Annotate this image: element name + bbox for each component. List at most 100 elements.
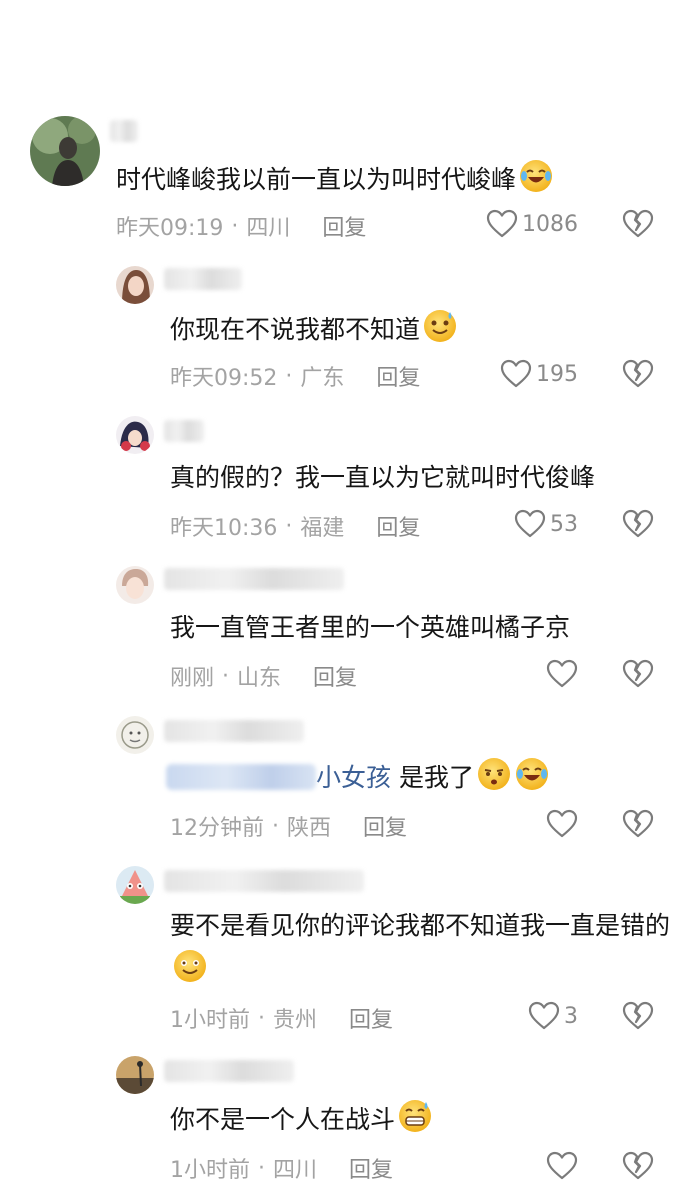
comment-text: 小女孩 是我了: [166, 756, 550, 798]
sweat-smile-emoji-icon: [424, 310, 457, 342]
comment-text: 我一直管王者里的一个英雄叫橘子京: [170, 608, 570, 648]
avatar[interactable]: [116, 566, 154, 604]
broken-heart-icon: [622, 808, 654, 840]
timestamp: 1小时前: [170, 1158, 250, 1183]
like-count: 3: [564, 1003, 578, 1029]
comment-body: 我一直管王者里的一个英雄叫橘子京: [170, 613, 571, 642]
blurred-username[interactable]: [164, 870, 364, 892]
separator: ·: [231, 213, 239, 239]
reply-button[interactable]: 回复: [376, 510, 420, 542]
separator: ·: [285, 513, 293, 539]
location: 四川: [273, 1158, 318, 1183]
like-button[interactable]: 195: [500, 358, 578, 390]
comment-meta: 刚刚 · 山东 回复: [170, 660, 357, 692]
broken-heart-icon: [622, 1150, 654, 1182]
heart-icon: [546, 658, 578, 690]
comment-body: 你不是一个人在战斗: [170, 1105, 396, 1134]
like-count: 1086: [522, 211, 578, 237]
dislike-button[interactable]: [622, 358, 654, 394]
avatar[interactable]: [116, 266, 154, 304]
like-button[interactable]: 3: [528, 1000, 578, 1032]
blurred-username[interactable]: [164, 268, 242, 290]
laughing-crying-emoji-icon: [515, 758, 548, 790]
heart-icon: [528, 1000, 560, 1032]
timestamp: 刚刚: [170, 666, 215, 691]
comment-text: 你现在不说我都不知道: [170, 308, 458, 350]
comment-meta: 1小时前 · 贵州 回复: [170, 1002, 393, 1034]
reply-button[interactable]: 回复: [376, 360, 420, 392]
heart-icon: [486, 208, 518, 240]
mention-link[interactable]: 小女孩: [316, 763, 391, 792]
broken-heart-icon: [622, 358, 654, 390]
location: 山东: [237, 666, 282, 691]
reply-button[interactable]: 回复: [363, 810, 407, 842]
like-button[interactable]: [546, 808, 582, 840]
like-count: 195: [536, 361, 578, 387]
dislike-button[interactable]: [622, 658, 654, 694]
comment-meta: 12分钟前 · 陕西 回复: [170, 810, 407, 842]
like-button[interactable]: [546, 1150, 582, 1182]
blurred-username[interactable]: [164, 568, 344, 590]
reply-button[interactable]: 回复: [349, 1152, 393, 1184]
comment-body: 要不是看见你的评论我都不知道我一直是错的: [170, 911, 671, 940]
dislike-button[interactable]: [622, 508, 654, 544]
avatar[interactable]: [116, 716, 154, 754]
blurred-username[interactable]: [164, 720, 304, 742]
separator: ·: [258, 1155, 265, 1181]
like-button[interactable]: 53: [514, 508, 578, 540]
blurred-username[interactable]: [164, 1060, 294, 1082]
comment-text: 你不是一个人在战斗: [170, 1098, 433, 1140]
like-button[interactable]: [546, 658, 582, 690]
broken-heart-icon: [622, 208, 654, 240]
reply-button[interactable]: 回复: [322, 210, 366, 242]
timestamp: 昨天09:52: [170, 366, 278, 391]
laughing-crying-emoji-icon: [520, 160, 553, 192]
grimace-sweat-emoji-icon: [399, 1100, 432, 1132]
dislike-button[interactable]: [622, 208, 654, 244]
like-button[interactable]: 1086: [486, 208, 578, 240]
reply-button[interactable]: 回复: [349, 1002, 393, 1034]
timestamp: 1小时前: [170, 1008, 250, 1033]
location: 四川: [246, 216, 291, 241]
comment-text: 要不是看见你的评论我都不知道我一直是错的: [170, 904, 670, 992]
location: 贵州: [273, 1008, 318, 1033]
comment-meta: 昨天09:19 · 四川 回复: [116, 210, 366, 242]
smile-emoji-icon: [174, 950, 206, 982]
comment-meta: 1小时前 · 四川 回复: [170, 1152, 393, 1184]
comment-body: 是我了: [391, 763, 474, 792]
avatar[interactable]: [116, 1056, 154, 1094]
separator: ·: [222, 663, 230, 689]
broken-heart-icon: [622, 658, 654, 690]
dislike-button[interactable]: [622, 1150, 654, 1186]
comment-text: 真的假的？我一直以为它就叫时代俊峰: [170, 458, 595, 498]
avatar[interactable]: [30, 116, 100, 186]
comment-body: 真的假的？我一直以为它就叫时代俊峰: [170, 463, 596, 492]
timestamp: 12分钟前: [170, 816, 264, 841]
avatar[interactable]: [116, 866, 154, 904]
comment-body: 你现在不说我都不知道: [170, 315, 421, 344]
reply-button[interactable]: 回复: [313, 660, 357, 692]
like-count: 53: [550, 511, 578, 537]
blurred-username[interactable]: [164, 420, 204, 442]
location: 广东: [300, 366, 345, 391]
blurred-mention[interactable]: [166, 764, 316, 790]
timestamp: 昨天09:19: [116, 216, 224, 241]
comment-meta: 昨天10:36 · 福建 回复: [170, 510, 420, 542]
location: 陕西: [287, 816, 332, 841]
separator: ·: [258, 1005, 265, 1031]
dislike-button[interactable]: [622, 1000, 654, 1036]
location: 福建: [300, 516, 345, 541]
heart-icon: [546, 1150, 578, 1182]
blurred-username[interactable]: [110, 120, 138, 142]
comment-text: 时代峰峻我以前一直以为叫时代峻峰: [116, 158, 554, 200]
separator: ·: [285, 363, 293, 389]
broken-heart-icon: [622, 508, 654, 540]
broken-heart-icon: [622, 1000, 654, 1032]
avatar[interactable]: [116, 416, 154, 454]
dislike-button[interactable]: [622, 808, 654, 844]
heart-icon: [514, 508, 546, 540]
comment-body: 时代峰峻我以前一直以为叫时代峻峰: [116, 165, 517, 194]
separator: ·: [272, 813, 279, 839]
comment-meta: 昨天09:52 · 广东 回复: [170, 360, 420, 392]
heart-icon: [500, 358, 532, 390]
